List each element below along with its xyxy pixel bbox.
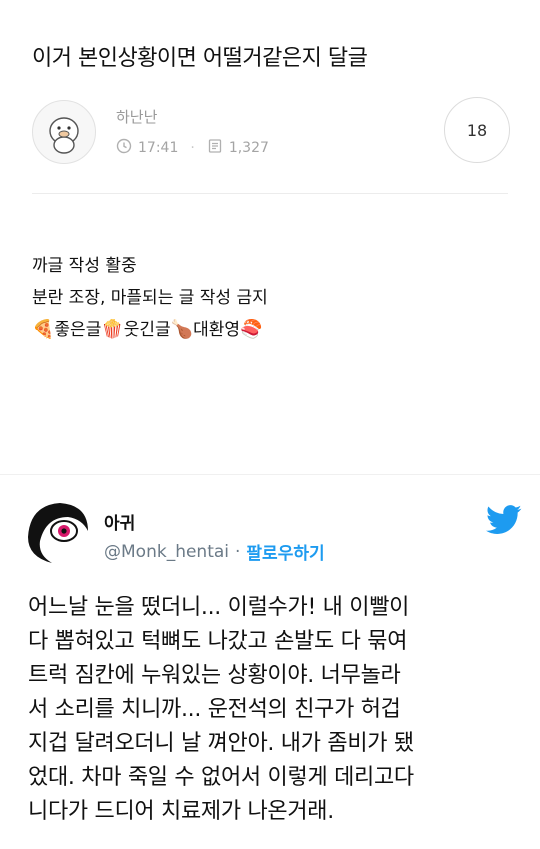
author-name[interactable]: 하난난 [116, 106, 157, 127]
tweet-separator: · [235, 541, 241, 562]
emoji-line: 🍕좋은글🍿웃긴글🍗대환영🍣 [32, 314, 268, 346]
post-meta: 17:41 · 1,327 [116, 138, 269, 158]
body-line: 분란 조장, 마플되는 글 작성 금지 [32, 288, 268, 308]
meta-separator: · [190, 140, 195, 156]
post-body: 까글 작성 활중 분란 조장, 마플되는 글 작성 금지 🍕좋은글🍿웃긴글🍗대환… [32, 250, 268, 346]
comment-count: 18 [466, 120, 488, 140]
body-word: 대환영 [193, 320, 241, 340]
tweet-text-line: 었대. 차마 죽일 수 없어서 이렇게 데리고다 [28, 765, 414, 790]
embedded-tweet[interactable]: 아귀 @Monk_hentai · 팔로우하기 어느날 눈을 떴더니... 이럴… [0, 474, 540, 849]
body-word: 좋은글 [54, 320, 102, 340]
pizza-icon: 🍕 [32, 319, 55, 340]
body-line: 까글 작성 활중 [32, 256, 137, 276]
post-time: 17:41 [138, 140, 179, 156]
tweet-text: 어느날 눈을 떴더니... 이럴수가! 내 이빨이 다 뽑혀있고 턱뼈도 나갔고… [28, 591, 528, 829]
tweet-author-name[interactable]: 아귀 [104, 509, 135, 534]
tweet-handle-row: @Monk_hentai · 팔로우하기 [104, 539, 325, 565]
cartoon-duck-avatar-icon [49, 117, 79, 154]
comment-count-button[interactable]: 18 [444, 97, 510, 163]
document-icon [207, 138, 223, 158]
tweet-text-line: 지겁 달려오더니 날 껴안아. 내가 좀비가 됐 [28, 731, 414, 756]
tweet-handle[interactable]: @Monk_hentai [104, 542, 229, 562]
sushi-icon: 🍣 [240, 319, 263, 340]
view-count: 1,327 [228, 140, 269, 156]
chicken-leg-icon: 🍗 [170, 319, 194, 340]
tweet-text-line: 니다가 드디어 치료제가 나온거래. [28, 799, 334, 824]
clock-icon [116, 138, 132, 158]
divider [32, 193, 508, 194]
popcorn-icon: 🍿 [101, 319, 124, 340]
tweet-text-line: 서 소리를 치니까... 운전석의 친구가 허겁 [28, 697, 401, 722]
post-title: 이거 본인상황이면 어떨거같은지 달글 [32, 46, 368, 71]
body-word: 웃긴글 [123, 320, 171, 340]
tweet-text-line: 트럭 짐칸에 누워있는 상황이야. 너무놀라 [28, 663, 401, 688]
tweet-text-line: 어느날 눈을 떴더니... 이럴수가! 내 이빨이 [28, 595, 410, 620]
tweet-text-line: 다 뽑혀있고 턱뼈도 나갔고 손발도 다 묶여 [28, 629, 408, 654]
twitter-bird-icon[interactable] [486, 505, 522, 535]
tweet-avatar[interactable] [22, 497, 92, 567]
follow-button[interactable]: 팔로우하기 [246, 539, 324, 564]
eye-avatar-icon [22, 497, 92, 567]
author-avatar[interactable] [32, 100, 96, 164]
